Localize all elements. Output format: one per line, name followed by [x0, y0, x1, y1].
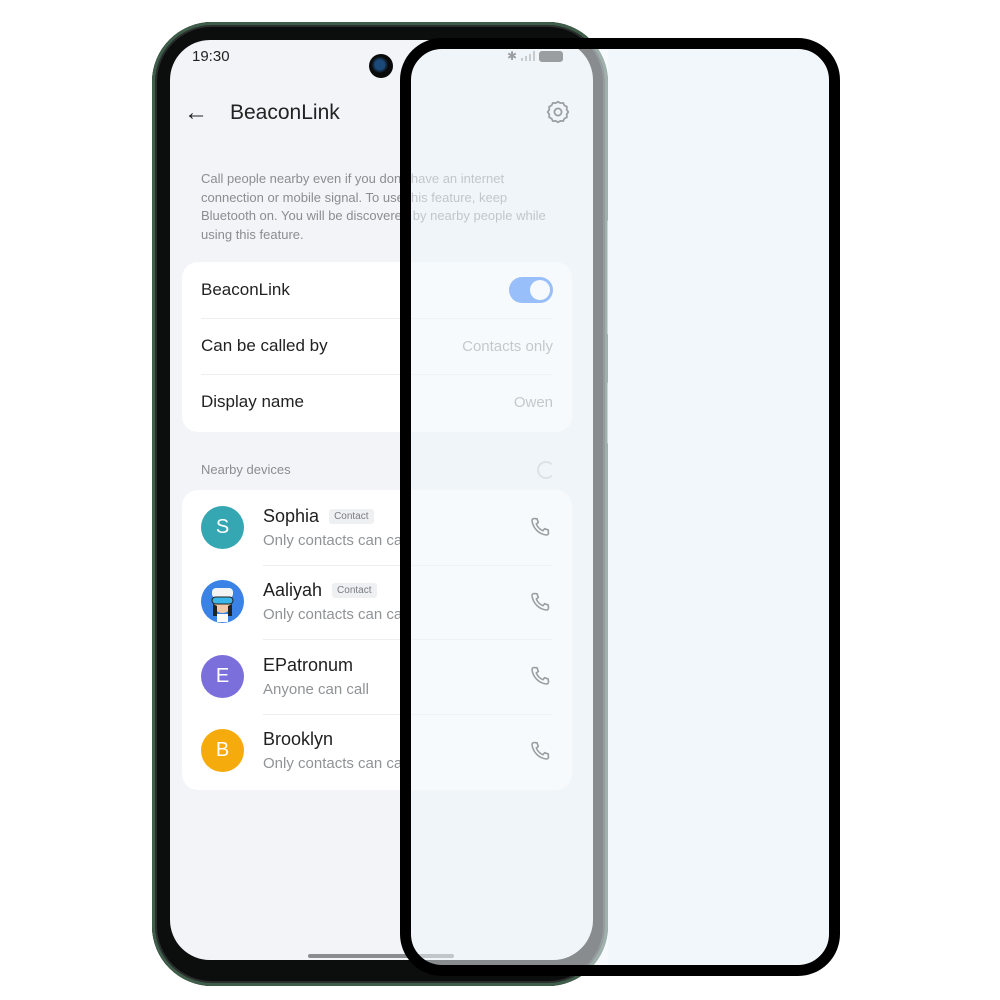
- avatar: S: [201, 505, 244, 549]
- device-name: Sophia: [263, 505, 320, 526]
- memoji-avatar-icon: [211, 588, 234, 623]
- device-name: Aaliyah: [263, 580, 323, 601]
- arrow-left-icon[interactable]: ←: [184, 99, 208, 127]
- page-title: BeaconLink: [230, 101, 340, 124]
- avatar: E: [201, 654, 244, 698]
- avatar: B: [201, 729, 244, 773]
- screen-protector-frame: [400, 38, 840, 976]
- contact-badge: Contact: [329, 508, 374, 524]
- status-time: 19:30: [192, 48, 230, 65]
- nearby-devices-label: Nearby devices: [201, 462, 291, 477]
- contact-badge: Contact: [332, 583, 377, 599]
- avatar: [201, 580, 244, 624]
- device-name: Brooklyn: [263, 729, 334, 750]
- front-camera: [369, 54, 393, 78]
- device-name: EPatronum: [263, 654, 354, 675]
